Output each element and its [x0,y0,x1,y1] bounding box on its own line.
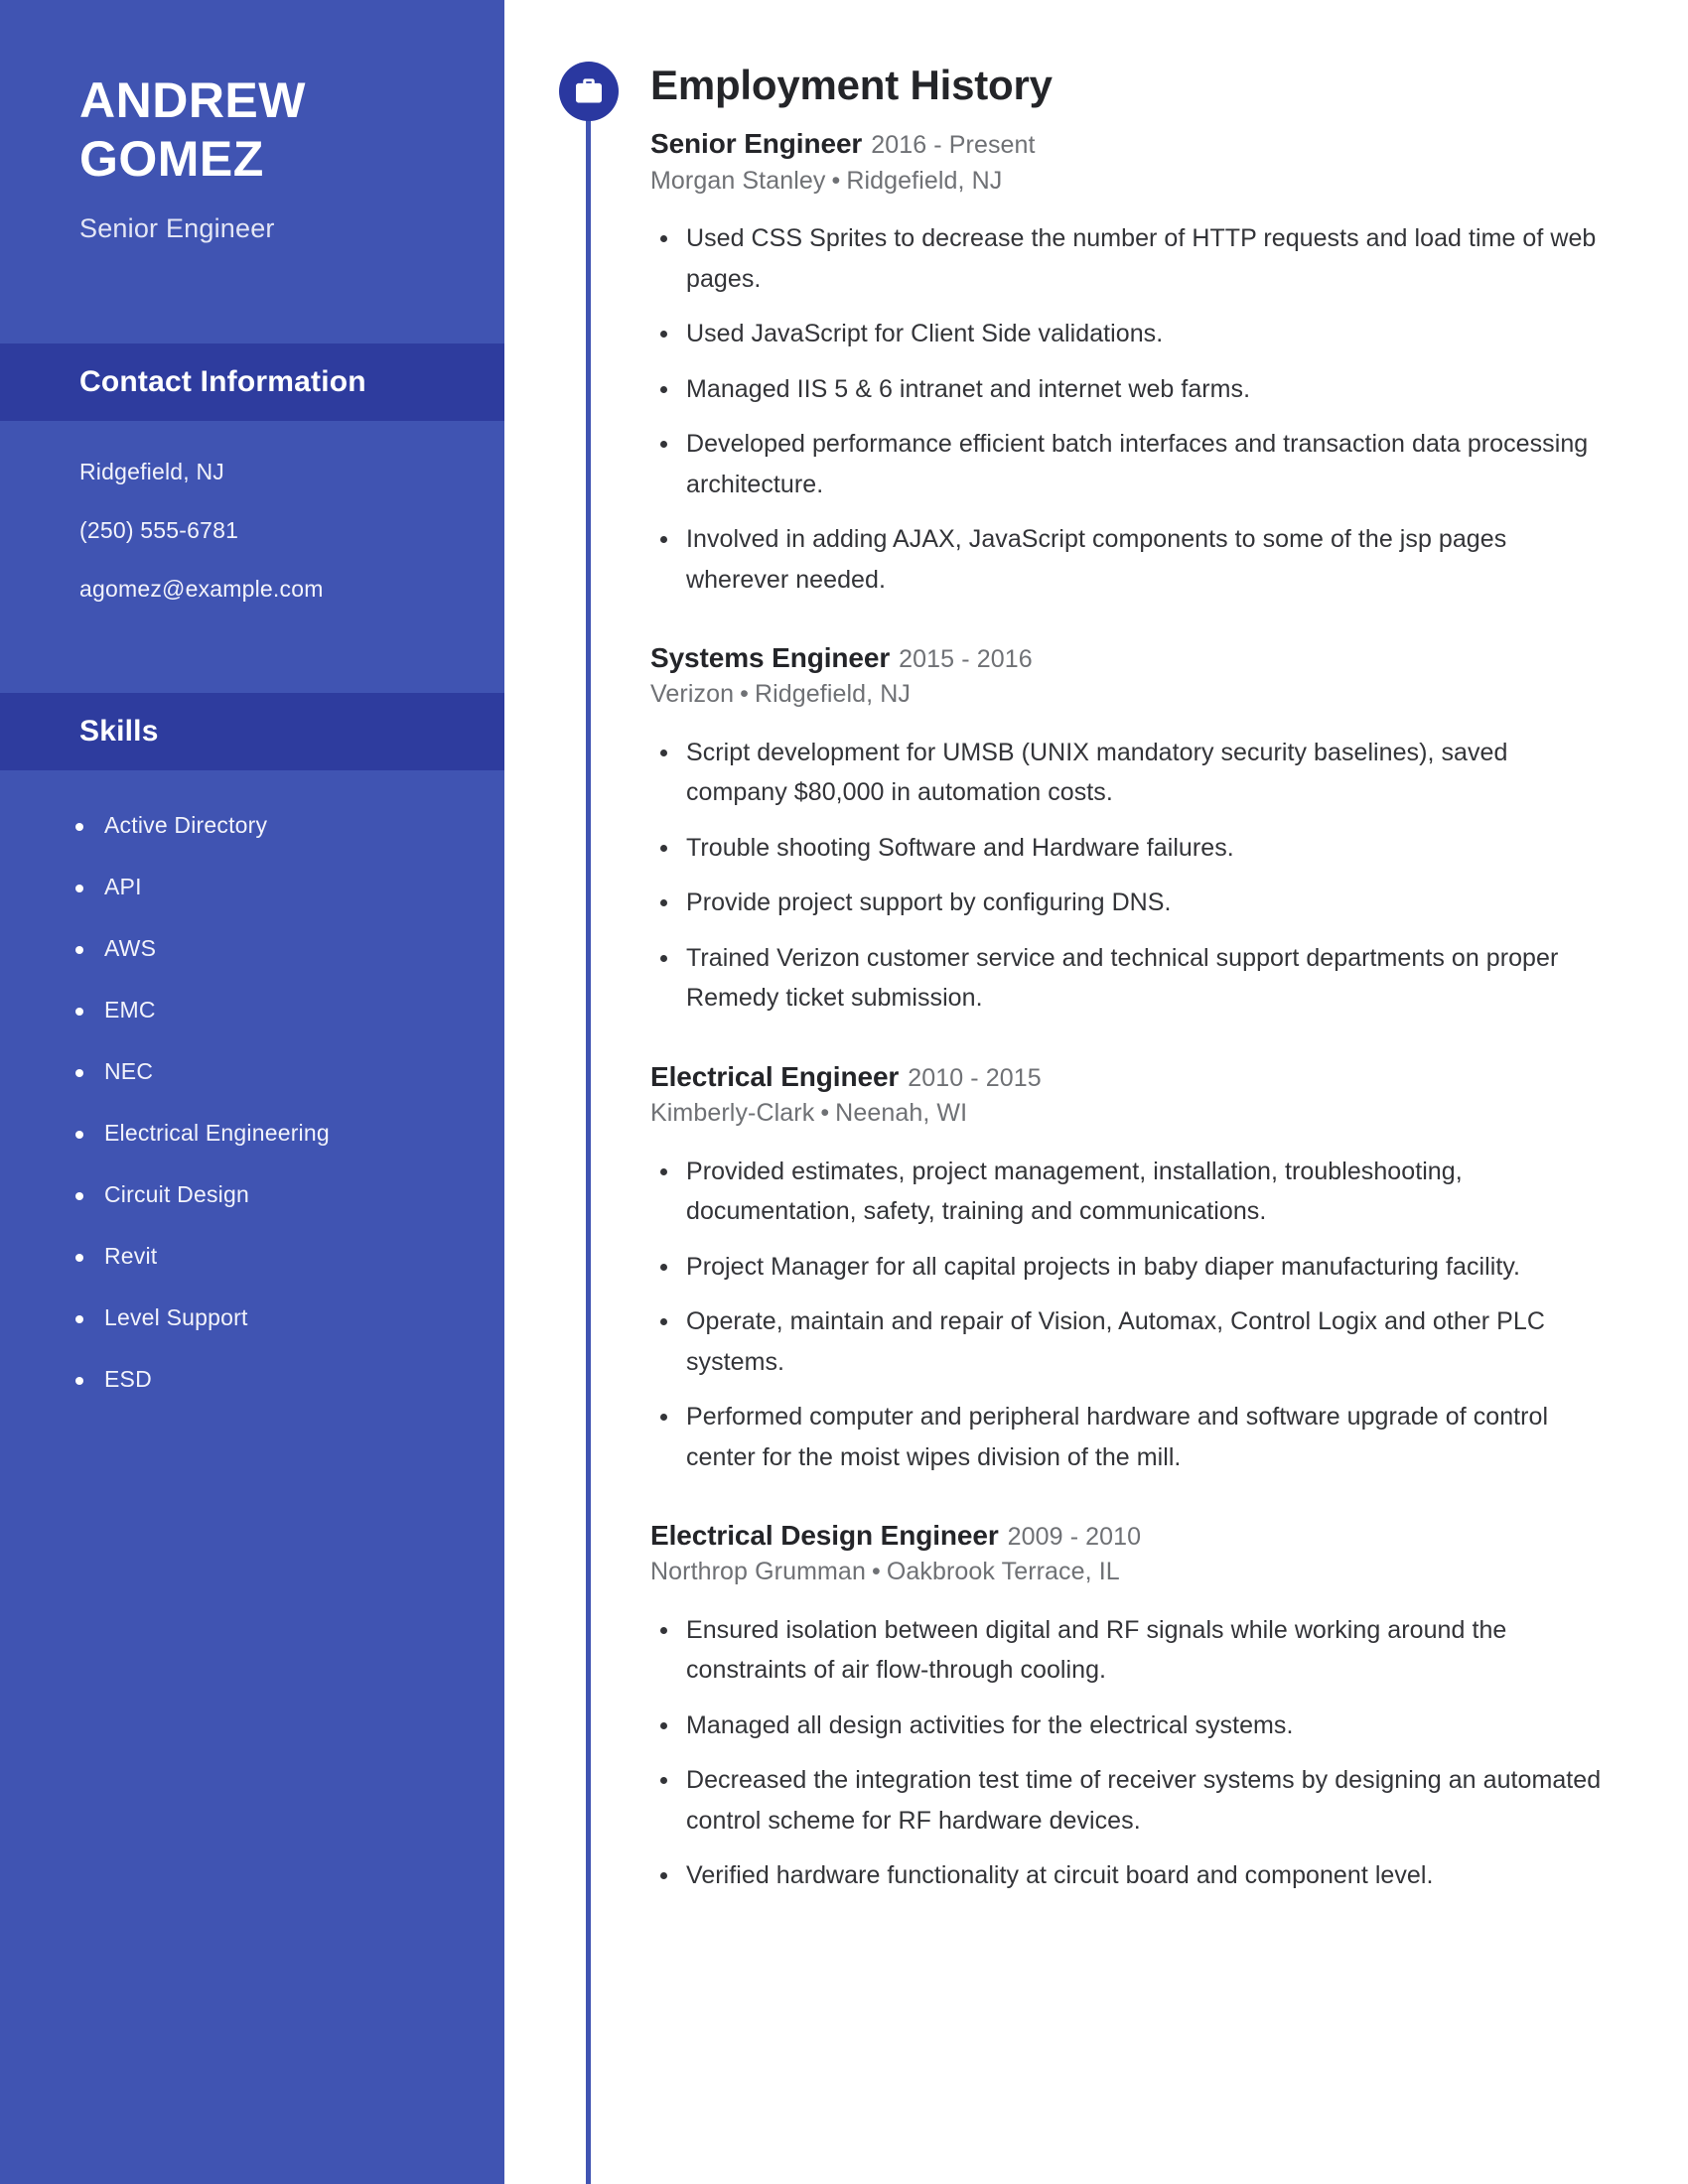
job-bullet: Trouble shooting Software and Hardware f… [660,828,1604,869]
job-bullet-list: Ensured isolation between digital and RF… [650,1610,1604,1896]
skill-item: ESD [75,1366,465,1393]
meta-separator: • [740,680,749,709]
job-entry: Electrical Engineer 2010 - 2015 Kimberly-… [650,1059,1604,1477]
job-bullet: Verified hardware functionality at circu… [660,1855,1604,1896]
job-bullet: Provide project support by configuring D… [660,883,1604,923]
job-title: Senior Engineer [650,128,863,160]
job-title: Electrical Engineer [650,1060,900,1092]
skill-item: Revit [75,1243,465,1270]
job-headline: Electrical Design Engineer 2009 - 2010 [650,1518,1604,1553]
skill-item: AWS [75,935,465,962]
job-bullet: Used JavaScript for Client Side validati… [660,314,1604,354]
skills-list: Active Directory API AWS EMC NEC Electri… [0,770,504,1393]
skills-section-header: Skills [0,693,504,770]
job-entry: Electrical Design Engineer 2009 - 2010 No… [650,1518,1604,1896]
sidebar: ANDREW GOMEZ Senior Engineer Contact Inf… [0,0,504,2184]
job-meta: Kimberly-Clark • Neenah, WI [650,1097,1604,1130]
contact-section-header: Contact Information [0,343,504,421]
job-location: Ridgefield, NJ [846,166,1003,195]
job-bullet: Used CSS Sprites to decrease the number … [660,218,1604,299]
contact-email[interactable]: agomez@example.com [79,578,465,601]
job-bullet-list: Provided estimates, project management, … [650,1152,1604,1478]
job-bullet: Provided estimates, project management, … [660,1152,1604,1232]
job-company: Kimberly-Clark [650,1099,815,1128]
job-company: Northrop Grumman [650,1558,866,1586]
job-dates: 2015 - 2016 [899,645,1033,674]
job-headline: Senior Engineer 2016 - Present [650,126,1604,161]
skills-section-title: Skills [79,715,159,748]
job-spacer [650,1492,1604,1518]
skill-item: API [75,874,465,900]
candidate-name: ANDREW GOMEZ [79,71,445,188]
job-dates: 2010 - 2015 [908,1063,1042,1092]
candidate-subtitle: Senior Engineer [79,213,275,243]
job-company: Morgan Stanley [650,166,826,195]
job-bullet: Managed IIS 5 & 6 intranet and internet … [660,369,1604,410]
contact-phone[interactable]: (250) 555-6781 [79,519,465,542]
job-location: Neenah, WI [835,1099,968,1128]
contact-list: Ridgefield, NJ (250) 555-6781 agomez@exa… [0,421,504,601]
candidate-name-line-1: ANDREW [79,72,306,128]
skill-item: NEC [75,1058,465,1085]
skill-item: Level Support [75,1304,465,1331]
job-bullet: Developed performance efficient batch in… [660,424,1604,504]
briefcase-icon [559,62,619,121]
job-entry: Senior Engineer 2016 - Present Morgan Sta… [650,126,1604,600]
job-location: Ridgefield, NJ [754,680,911,709]
job-bullet: Performed computer and peripheral hardwa… [660,1397,1604,1477]
resume-page: ANDREW GOMEZ Senior Engineer Contact Inf… [0,0,1688,2184]
job-bullet: Trained Verizon customer service and tec… [660,938,1604,1019]
job-dates: 2016 - Present [871,131,1036,160]
job-bullet: Involved in adding AJAX, JavaScript comp… [660,519,1604,600]
skill-item: Active Directory [75,812,465,839]
candidate-name-line-2: GOMEZ [79,130,264,187]
job-spacer [650,614,1604,640]
job-spacer [650,1033,1604,1059]
job-bullet: Managed all design activities for the el… [660,1706,1604,1746]
main-content: Employment History Senior Engineer 2016 -… [650,62,1604,1911]
meta-separator: • [820,1099,830,1128]
name-block: ANDREW GOMEZ Senior Engineer [0,0,504,244]
meta-separator: • [871,1558,881,1586]
contact-location: Ridgefield, NJ [79,459,224,484]
job-bullet: Project Manager for all capital projects… [660,1247,1604,1288]
job-company: Verizon [650,680,735,709]
job-dates: 2009 - 2010 [1007,1523,1142,1552]
skill-item: EMC [75,997,465,1024]
meta-separator: • [831,166,841,195]
job-location: Oakbrook Terrace, IL [886,1558,1120,1586]
job-entry: Systems Engineer 2015 - 2016 Verizon • Ridg… [650,640,1604,1019]
skill-item: Electrical Engineering [75,1120,465,1147]
job-meta: Northrop Grumman • Oakbrook Terrace, IL [650,1556,1604,1588]
job-bullet: Operate, maintain and repair of Vision, … [660,1301,1604,1382]
job-headline: Electrical Engineer 2010 - 2015 [650,1059,1604,1094]
timeline-line [586,99,591,2184]
job-bullet: Decreased the integration test time of r… [660,1760,1604,1841]
job-meta: Morgan Stanley • Ridgefield, NJ [650,165,1604,198]
page-title: Employment History [650,62,1053,108]
job-bullet-list: Script development for UMSB (UNIX mandat… [650,733,1604,1019]
job-title: Electrical Design Engineer [650,1520,999,1552]
contact-section-title: Contact Information [79,365,366,398]
job-headline: Systems Engineer 2015 - 2016 [650,640,1604,675]
job-title: Systems Engineer [650,642,891,674]
job-bullet: Ensured isolation between digital and RF… [660,1610,1604,1691]
job-bullet: Script development for UMSB (UNIX mandat… [660,733,1604,813]
skill-item: Circuit Design [75,1181,465,1208]
job-meta: Verizon • Ridgefield, NJ [650,678,1604,711]
job-bullet-list: Used CSS Sprites to decrease the number … [650,218,1604,600]
